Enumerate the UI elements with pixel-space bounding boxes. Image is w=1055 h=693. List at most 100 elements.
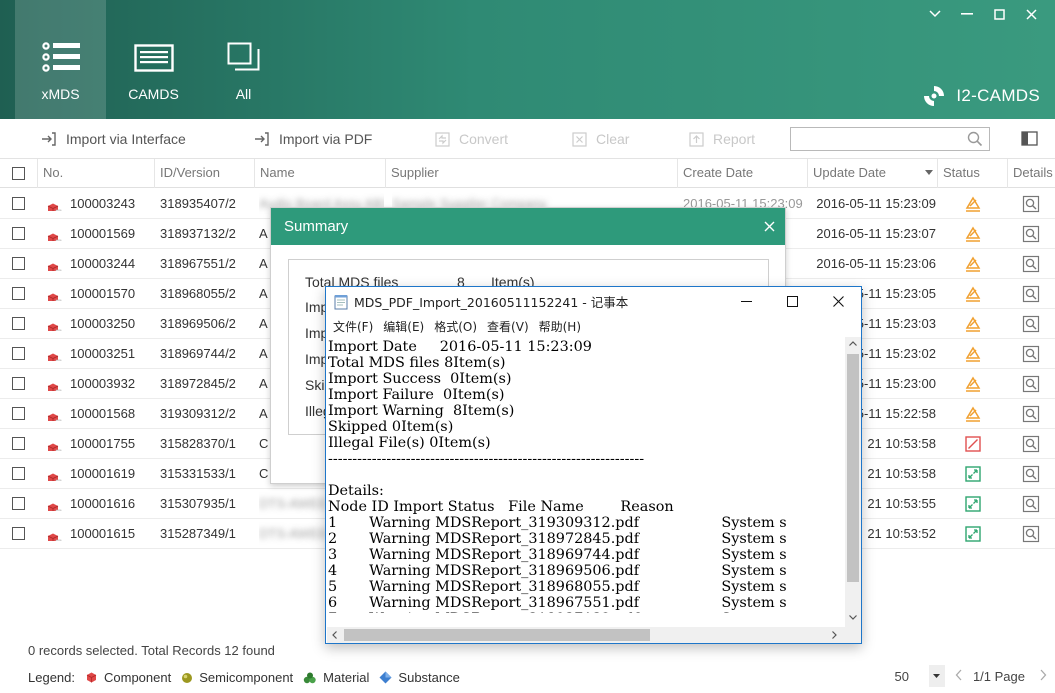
details-search-icon[interactable] <box>1022 405 1040 423</box>
details-search-icon[interactable] <box>1022 495 1040 513</box>
notepad-titlebar[interactable]: MDS_PDF_Import_20160511152241 - 记事本 <box>326 287 861 316</box>
tab-all[interactable]: All <box>198 0 289 119</box>
row-no: 100003244 <box>70 256 136 271</box>
valid-status-icon[interactable] <box>964 525 982 543</box>
notepad-vertical-scrollbar[interactable] <box>845 337 861 627</box>
notepad-close-button[interactable] <box>815 287 861 316</box>
search-input[interactable] <box>790 127 990 151</box>
details-search-icon[interactable] <box>1022 315 1040 333</box>
report-button[interactable]: Report <box>689 119 755 159</box>
col-name[interactable]: Name <box>255 159 386 188</box>
select-all-checkbox[interactable] <box>12 167 25 180</box>
notepad-line: Illegal File(s) 0Item(s) <box>328 435 491 451</box>
legend: Legend: Component Semicomponent Material… <box>28 670 460 685</box>
prev-page-button[interactable] <box>955 669 963 684</box>
details-search-icon[interactable] <box>1022 255 1040 273</box>
col-create-date[interactable]: Create Date <box>678 159 808 188</box>
row-update-date: 2016-05-11 15:23:09 <box>816 196 936 211</box>
scroll-down-icon <box>849 615 857 620</box>
component-icon <box>86 672 97 683</box>
details-search-icon[interactable] <box>1022 195 1040 213</box>
row-checkbox[interactable] <box>12 347 25 360</box>
clear-button[interactable]: Clear <box>572 119 629 159</box>
notepad-horizontal-scrollbar[interactable] <box>327 627 845 643</box>
menu-file[interactable]: 文件(F) <box>333 318 373 335</box>
details-search-icon[interactable] <box>1022 345 1040 363</box>
row-checkbox[interactable] <box>12 437 25 450</box>
row-checkbox[interactable] <box>12 257 25 270</box>
maximize-button[interactable] <box>983 5 1015 23</box>
menu-view[interactable]: 查看(V) <box>487 318 529 335</box>
row-checkbox[interactable] <box>12 407 25 420</box>
row-checkbox[interactable] <box>12 227 25 240</box>
page-info: 1/1 Page <box>972 668 1025 684</box>
legend-label: Legend: <box>28 670 75 685</box>
details-search-icon[interactable] <box>1022 225 1040 243</box>
stack-icon <box>227 42 259 71</box>
scroll-up-icon <box>849 341 857 346</box>
valid-status-icon[interactable] <box>964 465 982 483</box>
details-search-icon[interactable] <box>1022 525 1040 543</box>
notepad-text-area[interactable]: Import Date 2016-05-11 15:23:09 Total MDS… <box>327 337 845 613</box>
tab-xmds[interactable]: xMDS <box>15 0 106 119</box>
toggle-panel-button[interactable] <box>1021 131 1038 149</box>
component-icon <box>46 197 62 211</box>
tab-all-label: All <box>235 86 252 102</box>
next-page-button[interactable] <box>1039 669 1047 684</box>
collapse-button[interactable] <box>919 5 951 23</box>
row-checkbox[interactable] <box>12 317 25 330</box>
row-checkbox[interactable] <box>12 527 25 540</box>
import-interface-button[interactable]: Import via Interface <box>41 119 186 159</box>
details-search-icon[interactable] <box>1022 375 1040 393</box>
import-pdf-button[interactable]: Import via PDF <box>254 119 372 159</box>
brand: I2-CAMDS <box>922 84 1040 108</box>
col-status[interactable]: Status <box>938 159 1008 188</box>
menu-help[interactable]: 帮助(H) <box>539 318 581 335</box>
details-search-icon[interactable] <box>1022 465 1040 483</box>
col-no[interactable]: No. <box>38 159 155 188</box>
row-checkbox[interactable] <box>12 497 25 510</box>
menu-edit[interactable]: 编辑(E) <box>383 318 424 335</box>
details-search-icon[interactable] <box>1022 435 1040 453</box>
row-checkbox[interactable] <box>12 287 25 300</box>
row-checkbox[interactable] <box>12 377 25 390</box>
col-details[interactable]: Details <box>1008 159 1055 188</box>
details-search-icon[interactable] <box>1022 285 1040 303</box>
row-checkbox[interactable] <box>12 197 25 210</box>
close-icon <box>764 221 775 232</box>
minimize-button[interactable] <box>951 5 983 23</box>
hscroll-thumb[interactable] <box>344 629 650 641</box>
vscroll-thumb[interactable] <box>847 354 859 582</box>
warning-status-icon[interactable] <box>964 375 982 393</box>
col-update-date[interactable]: Update Date <box>808 159 938 188</box>
tab-camds[interactable]: CAMDS <box>108 0 199 119</box>
warning-status-icon[interactable] <box>964 195 982 213</box>
brand-name: I2-CAMDS <box>956 86 1040 105</box>
convert-button[interactable]: Convert <box>435 119 508 159</box>
close-button[interactable] <box>1015 5 1047 23</box>
page-size-dropdown[interactable] <box>928 665 945 687</box>
tab-camds-label: CAMDS <box>128 86 179 102</box>
valid-status-icon[interactable] <box>964 495 982 513</box>
warning-status-icon[interactable] <box>964 255 982 273</box>
warning-status-icon[interactable] <box>964 225 982 243</box>
component-icon <box>46 437 62 451</box>
header-select-all[interactable] <box>0 159 38 188</box>
summary-close-button[interactable] <box>764 208 775 245</box>
warning-status-icon[interactable] <box>964 345 982 363</box>
substance-icon <box>379 671 392 684</box>
row-checkbox[interactable] <box>12 467 25 480</box>
notepad-maximize-button[interactable] <box>769 287 815 316</box>
col-supplier[interactable]: Supplier <box>386 159 678 188</box>
invalid-status-icon[interactable] <box>964 435 982 453</box>
warning-status-icon[interactable] <box>964 405 982 423</box>
col-update-date-label: Update Date <box>813 165 886 180</box>
warning-status-icon[interactable] <box>964 285 982 303</box>
warning-status-icon[interactable] <box>964 315 982 333</box>
menu-format[interactable]: 格式(O) <box>434 318 477 335</box>
notepad-minimize-button[interactable] <box>723 287 769 316</box>
col-id-version[interactable]: ID/Version <box>155 159 255 188</box>
app-header: xMDS CAMDS All I2-CAMDS <box>0 0 1055 119</box>
row-no: 100003251 <box>70 346 136 361</box>
tab-xmds-label: xMDS <box>41 86 80 102</box>
